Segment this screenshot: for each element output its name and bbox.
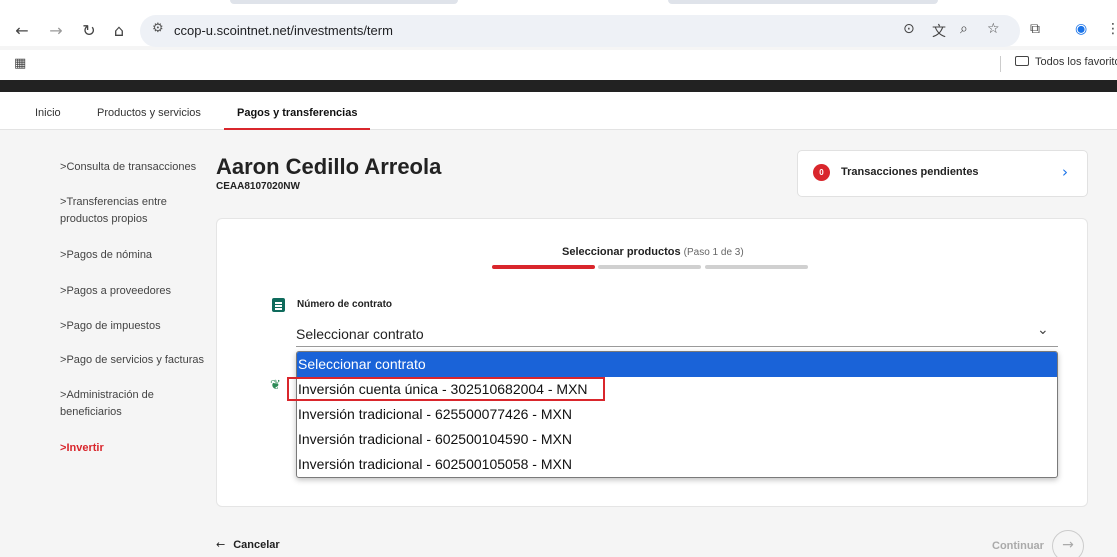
sidebar-item-label: Invertir	[66, 442, 104, 454]
sidebar-item-label: Consulta de transacciones	[66, 161, 197, 173]
sidebar-item-label: Transferencias entre productos propios	[60, 196, 167, 225]
sidebar-item-proveedores[interactable]: >Pagos a proveedores	[60, 283, 171, 300]
contract-label: Número de contrato	[297, 299, 393, 310]
option-highlight-box	[287, 377, 605, 401]
cancel-label: Cancelar	[233, 539, 280, 551]
pending-transactions-label: Transacciones pendientes	[841, 166, 979, 178]
browser-tab[interactable]	[230, 0, 458, 4]
all-bookmarks-label: Todos los favorito	[1035, 56, 1117, 68]
zoom-icon[interactable]: ⌕	[960, 21, 968, 37]
arrow-right-icon[interactable]: →	[1052, 530, 1084, 557]
address-url[interactable]: ccop-u.scointnet.net/investments/term	[174, 23, 393, 38]
divider	[1000, 56, 1001, 72]
nav-inicio[interactable]: Inicio	[35, 107, 61, 119]
translate-icon[interactable]: 文	[932, 21, 946, 41]
contract-dropdown[interactable]: Seleccionar contrato Inversión cuenta ún…	[296, 351, 1058, 478]
extensions-icon[interactable]: ⧉	[1030, 21, 1040, 37]
progress-step-1	[492, 265, 595, 269]
contract-select[interactable]: Seleccionar contrato	[296, 326, 424, 342]
all-bookmarks-button[interactable]: Todos los favorito	[1015, 56, 1117, 68]
progress-step-3	[705, 265, 808, 269]
client-rfc: CEAA8107020NW	[216, 181, 300, 192]
sidebar-item-label: Pago de impuestos	[66, 320, 161, 332]
step-title-text: Seleccionar productos	[562, 246, 681, 258]
client-name: Aaron Cedillo Arreola	[216, 154, 442, 179]
back-icon[interactable]: ←	[11, 20, 33, 42]
chevron-right-icon[interactable]: ›	[1062, 163, 1068, 181]
progress-step-2	[598, 265, 701, 269]
sidebar-item-invertir[interactable]: >Invertir	[60, 440, 104, 457]
location-icon[interactable]: ⊙	[903, 21, 915, 37]
nav-productos-servicios[interactable]: Productos y servicios	[97, 107, 201, 119]
profile-icon[interactable]: ◉	[1075, 21, 1087, 37]
site-info-icon[interactable]: ⚙	[152, 21, 164, 36]
home-icon[interactable]: ⌂	[108, 20, 130, 42]
cancel-button[interactable]: ← Cancelar	[216, 538, 280, 551]
nav-pagos-transferencias[interactable]: Pagos y transferencias	[237, 107, 357, 119]
sidebar-item-servicios-facturas[interactable]: >Pago de servicios y facturas	[60, 352, 204, 369]
bookmarks-bar	[0, 50, 1117, 80]
sidebar-item-label: Pago de servicios y facturas	[66, 354, 205, 366]
continue-button[interactable]: Continuar	[992, 540, 1044, 552]
sidebar-item-transferencias[interactable]: >Transferencias entre productos propios	[60, 194, 200, 228]
sidebar-item-label: Pagos a proveedores	[66, 285, 172, 297]
dropdown-option[interactable]: Inversión tradicional - 602500105058 - M…	[297, 452, 1057, 477]
site-header-bar	[0, 80, 1117, 92]
arrow-left-icon: ←	[216, 538, 226, 551]
active-nav-indicator	[224, 128, 370, 130]
chevron-down-icon[interactable]: ⌄	[1037, 322, 1049, 338]
folder-icon	[1015, 56, 1029, 66]
sidebar-item-impuestos[interactable]: >Pago de impuestos	[60, 318, 161, 335]
dropdown-option[interactable]: Seleccionar contrato	[297, 352, 1057, 377]
apps-icon[interactable]: ▦	[14, 56, 26, 71]
dropdown-option[interactable]: Inversión tradicional - 602500104590 - M…	[297, 427, 1057, 452]
forward-icon[interactable]: →	[45, 20, 67, 42]
browser-tab[interactable]	[668, 0, 938, 4]
star-icon[interactable]: ☆	[987, 21, 1000, 37]
contract-list-icon	[272, 298, 285, 312]
sidebar-item-label: Pagos de nómina	[66, 249, 153, 261]
sidebar-item-consulta[interactable]: >Consulta de transacciones	[60, 159, 196, 176]
step-subtitle: (Paso 1 de 3)	[683, 247, 744, 258]
reload-icon[interactable]: ↻	[78, 20, 100, 42]
sidebar-item-label: Administración de beneficiarios	[60, 389, 154, 418]
step-title: Seleccionar productos (Paso 1 de 3)	[562, 246, 744, 258]
dropdown-option[interactable]: Inversión tradicional - 625500077426 - M…	[297, 402, 1057, 427]
select-underline	[296, 346, 1058, 347]
sidebar-item-nomina[interactable]: >Pagos de nómina	[60, 247, 152, 264]
menu-icon[interactable]: ⋮	[1106, 21, 1117, 37]
pending-count-badge: 0	[813, 164, 830, 181]
plant-icon: ❦	[270, 378, 281, 393]
sidebar-item-beneficiarios[interactable]: >Administración de beneficiarios	[60, 387, 190, 421]
